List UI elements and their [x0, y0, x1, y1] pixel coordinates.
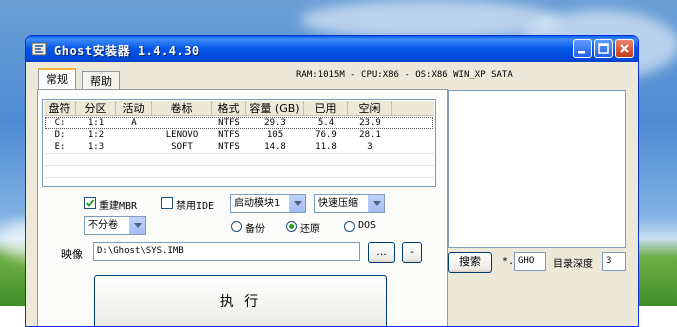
- cell-drive: E:: [54, 142, 66, 152]
- window-title: Ghost安装器 1.4.4.30: [54, 44, 200, 58]
- tab-general[interactable]: 常规: [38, 68, 76, 90]
- chevron-down-icon: [289, 195, 305, 212]
- cell-free: 23.9: [359, 118, 381, 128]
- disable-ide-label: 禁用IDE: [176, 201, 215, 212]
- app-window: Ghost安装器 1.4.4.30 常规 帮助 RAM:1015M - CPU:…: [25, 35, 639, 327]
- dos-radio[interactable]: [344, 221, 355, 232]
- search-button[interactable]: 搜索: [448, 252, 492, 273]
- cell-drive: C:: [54, 118, 66, 128]
- dos-label: DOS: [358, 220, 377, 231]
- column-header[interactable]: 盘符: [44, 101, 76, 116]
- restore-label: 还原: [300, 224, 320, 235]
- split-select[interactable]: 不分卷: [84, 216, 146, 235]
- minimize-icon: [578, 51, 585, 54]
- cell-active: A: [131, 118, 137, 128]
- cell-label: SOFT: [171, 142, 193, 152]
- column-header[interactable]: 格式: [212, 101, 246, 116]
- split-value: 不分卷: [88, 220, 118, 231]
- ghost-app-icon: [31, 42, 47, 56]
- log-panel: [448, 90, 626, 248]
- compression-value: 快速压缩: [318, 198, 358, 209]
- column-header[interactable]: 容量 (GB): [246, 101, 304, 116]
- search-extension-input[interactable]: GHO: [514, 252, 546, 271]
- remove-button[interactable]: -: [402, 242, 422, 263]
- cell-capacity: 29.3: [264, 118, 286, 128]
- column-header[interactable]: 活动: [116, 101, 152, 116]
- column-header[interactable]: 卷标: [152, 101, 212, 116]
- cell-label: [152, 117, 212, 129]
- backup-label: 备份: [245, 224, 265, 235]
- cell-active: [116, 129, 152, 141]
- cell-capacity: 14.8: [264, 142, 286, 152]
- image-label: 映像: [61, 248, 83, 261]
- image-path-input[interactable]: D:\Ghost\SYS.IMB: [93, 242, 360, 261]
- boot-module-value: 启动模块1: [234, 198, 281, 209]
- cell-label: LENOVO: [165, 130, 199, 140]
- rebuild-mbr-checkbox[interactable]: [84, 197, 96, 209]
- cell-partition: 1:2: [87, 130, 105, 140]
- cell-partition: 1:1: [87, 118, 105, 128]
- column-header[interactable]: 分区: [76, 101, 116, 116]
- boot-module-select[interactable]: 启动模块1: [230, 194, 306, 213]
- cell-capacity: 105: [266, 130, 284, 140]
- grid-line: [44, 177, 434, 178]
- backup-radio[interactable]: [231, 221, 242, 232]
- cell-free: 28.1: [359, 130, 381, 140]
- cell-used: 5.4: [317, 118, 335, 128]
- grid-line: [44, 165, 434, 166]
- search-wildcard-label: *.: [502, 256, 515, 267]
- restore-radio[interactable]: [286, 221, 297, 232]
- disable-ide-checkbox[interactable]: [161, 197, 173, 209]
- search-depth-label: 目录深度: [553, 259, 593, 270]
- column-header[interactable]: 已用: [304, 101, 348, 116]
- cell-drive: D:: [54, 130, 66, 140]
- grid-line: [44, 153, 434, 154]
- system-info: RAM:1015M - CPU:X86 - OS:X86 WIN_XP SATA: [296, 70, 513, 80]
- tab-help[interactable]: 帮助: [82, 71, 120, 89]
- search-depth-input[interactable]: 3: [602, 252, 626, 271]
- cell-partition: 1:3: [87, 142, 105, 152]
- browse-button[interactable]: ...: [368, 242, 395, 263]
- close-icon: [620, 44, 629, 53]
- chevron-down-icon: [368, 195, 384, 212]
- cell-format: NTFS: [218, 130, 240, 140]
- cell-format: NTFS: [218, 142, 240, 152]
- checkmark-icon: [85, 199, 95, 207]
- cell-active: [116, 141, 152, 153]
- close-button[interactable]: [615, 39, 634, 58]
- compression-select[interactable]: 快速压缩: [314, 194, 385, 213]
- chevron-down-icon: [129, 217, 145, 234]
- column-header-blank: [392, 101, 434, 116]
- cell-used: 76.9: [315, 130, 337, 140]
- partition-table[interactable]: 盘符 分区 活动 卷标 格式 容量 (GB) 已用 空闲 C: 1:1 A NT…: [42, 99, 436, 187]
- title-bar[interactable]: Ghost安装器 1.4.4.30: [26, 36, 638, 62]
- maximize-button[interactable]: [594, 39, 613, 58]
- rebuild-mbr-label: 重建MBR: [99, 201, 138, 212]
- cell-format: NTFS: [218, 118, 240, 128]
- column-header[interactable]: 空闲: [348, 101, 392, 116]
- maximize-icon: [598, 43, 609, 54]
- cell-free: 3: [367, 142, 373, 152]
- cell-used: 11.8: [315, 142, 337, 152]
- execute-button[interactable]: 执 行: [94, 275, 387, 326]
- minimize-button[interactable]: [573, 39, 592, 58]
